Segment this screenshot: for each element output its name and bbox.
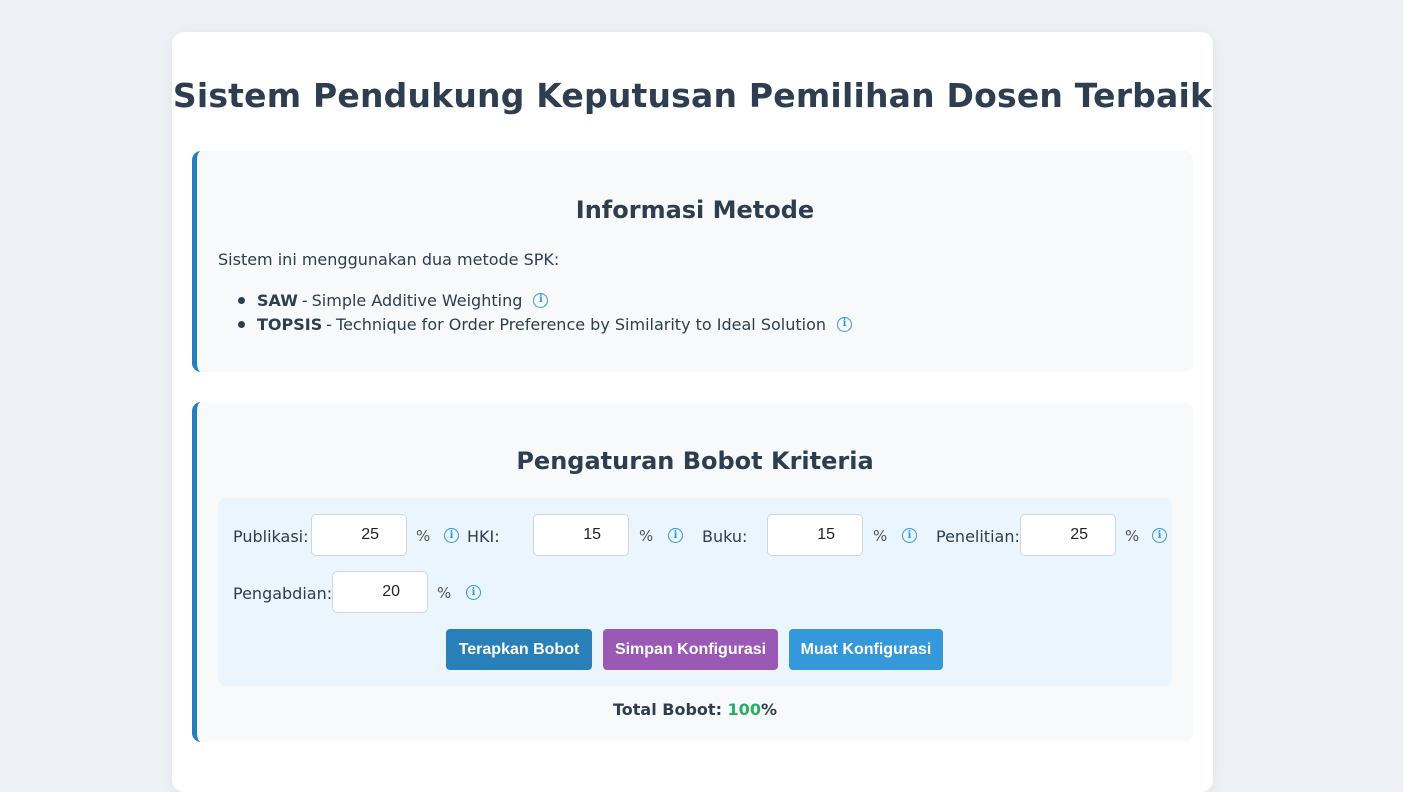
buku-input[interactable]: 15 (767, 514, 863, 556)
load-config-button[interactable]: Muat Konfigurasi (789, 629, 943, 670)
method-name: SAW (257, 290, 298, 310)
bullet-icon (238, 296, 245, 304)
method-name: TOPSIS (257, 314, 323, 334)
info-icon[interactable]: i (837, 316, 852, 332)
method-separator: - (301, 290, 308, 310)
buku-label: Buku: (702, 527, 748, 546)
pengabdian-input[interactable]: 20 (332, 571, 428, 613)
method-description: Simple Additive Weighting (311, 290, 523, 310)
method-list: SAW - Simple Additive Weighting i TOPSIS… (238, 288, 852, 336)
info-icon[interactable]: i (902, 528, 917, 543)
apply-weights-button[interactable]: Terapkan Bobot (446, 629, 592, 670)
total-weight: Total Bobot: 100% (197, 700, 1193, 719)
method-separator: - (326, 314, 333, 334)
publikasi-label: Publikasi: (233, 527, 309, 546)
publikasi-input[interactable]: 25 (311, 514, 407, 556)
info-icon[interactable]: i (466, 585, 481, 600)
total-weight-label: Total Bobot: (613, 700, 722, 719)
method-description: Technique for Order Preference by Simila… (336, 314, 826, 334)
main-container: Sistem Pendukung Keputusan Pemilihan Dos… (172, 32, 1213, 792)
method-info-panel: Informasi Metode Sistem ini menggunakan … (192, 151, 1193, 372)
weights-panel: Pengaturan Bobot Kriteria Publikasi: 25 … (192, 402, 1193, 742)
method-info-title: Informasi Metode (575, 196, 815, 224)
bullet-icon (238, 320, 245, 328)
total-weight-unit: % (760, 700, 777, 719)
weights-title: Pengaturan Bobot Kriteria (516, 447, 874, 475)
method-info-intro: Sistem ini menggunakan dua metode SPK: (218, 250, 560, 269)
page-title: Sistem Pendukung Keputusan Pemilihan Dos… (172, 76, 1213, 115)
method-item-saw: SAW - Simple Additive Weighting i (238, 288, 852, 312)
total-weight-value: 100 (727, 700, 761, 719)
penelitian-input[interactable]: 25 (1020, 514, 1116, 556)
method-item-topsis: TOPSIS - Technique for Order Preference … (238, 312, 852, 336)
info-icon[interactable]: i (668, 528, 683, 543)
publikasi-unit: % (416, 527, 431, 545)
hki-input[interactable]: 15 (533, 514, 629, 556)
hki-label: HKI: (467, 527, 500, 546)
penelitian-unit: % (1125, 527, 1140, 545)
info-icon[interactable]: i (1152, 528, 1167, 543)
info-icon[interactable]: i (533, 292, 549, 308)
info-icon[interactable]: i (444, 528, 459, 543)
weights-form: Publikasi: 25 % i HKI: 15 % i Buku: 15 %… (218, 498, 1172, 686)
penelitian-label: Penelitian: (936, 527, 1020, 546)
pengabdian-unit: % (437, 584, 452, 602)
hki-unit: % (639, 527, 654, 545)
save-config-button[interactable]: Simpan Konfigurasi (603, 629, 778, 670)
pengabdian-label: Pengabdian: (233, 584, 333, 603)
buku-unit: % (873, 527, 888, 545)
